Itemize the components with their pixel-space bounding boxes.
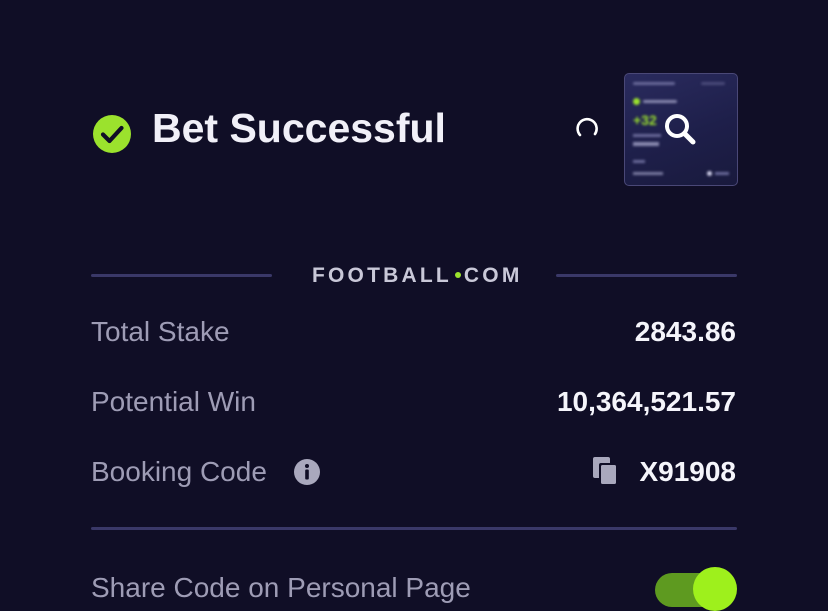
spinner-icon xyxy=(576,117,598,137)
booking-code-value[interactable]: X91908 xyxy=(639,454,736,490)
info-icon[interactable] xyxy=(293,458,321,486)
potential-win-label: Potential Win xyxy=(91,386,256,417)
potential-win-value: 10,364,521.57 xyxy=(556,386,736,417)
copy-icon[interactable] xyxy=(592,456,618,486)
total-stake-label: Total Stake xyxy=(91,316,230,347)
booking-code-label: Booking Code xyxy=(91,456,267,487)
share-code-label: Share Code on Personal Page xyxy=(91,572,471,603)
check-circle-icon xyxy=(93,115,131,153)
bet-slip-thumbnail[interactable]: +32 xyxy=(624,73,738,186)
divider-bottom xyxy=(91,527,737,530)
share-code-toggle[interactable] xyxy=(655,567,737,611)
divider-right xyxy=(556,274,737,277)
total-stake-value: 2843.86 xyxy=(634,316,736,347)
toggle-knob xyxy=(693,567,737,611)
brand-logo: FOOTBALL COM xyxy=(312,264,523,287)
page-title: Bet Successful xyxy=(152,105,446,151)
search-icon[interactable] xyxy=(663,112,697,146)
divider-left xyxy=(91,274,272,277)
